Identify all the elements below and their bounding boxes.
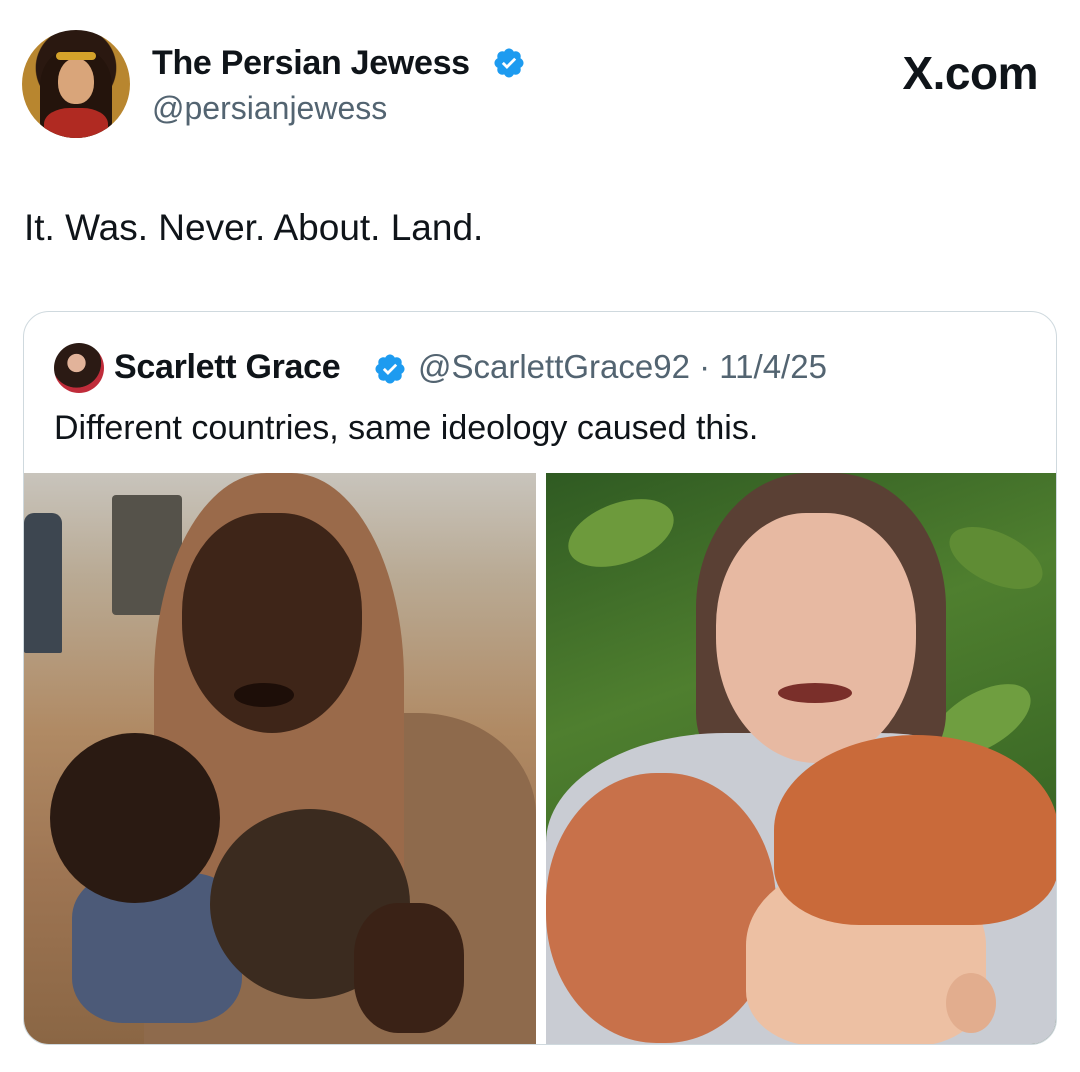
photo-woman-hand <box>354 903 464 1033</box>
photo-woman-face <box>716 513 916 763</box>
photo-leaf <box>559 485 683 581</box>
author-avatar[interactable] <box>22 30 130 138</box>
quoted-photo-right[interactable] <box>546 473 1056 1044</box>
quoted-author-avatar[interactable] <box>54 343 104 393</box>
quoted-tweet-text: Different countries, same ideology cause… <box>54 409 759 447</box>
quoted-handle-and-date[interactable]: @ScarlettGrace92 · 11/4/25 <box>418 348 827 386</box>
author-handle[interactable]: @persianjewess <box>152 90 387 127</box>
photo-divider <box>536 473 546 1044</box>
quoted-author-name[interactable]: Scarlett Grace <box>114 348 341 387</box>
quoted-verified-badge-icon <box>375 354 405 384</box>
quoted-tweet-card[interactable]: Scarlett Grace @ScarlettGrace92 · 11/4/2… <box>23 311 1057 1045</box>
photo-child-head-left <box>546 773 776 1043</box>
author-name[interactable]: The Persian Jewess <box>152 44 470 83</box>
tweet-text: It. Was. Never. About. Land. <box>24 207 484 248</box>
photo-woman-mouth <box>778 683 852 703</box>
brand-logo: X.com <box>902 47 1038 99</box>
verified-badge-icon <box>494 48 524 78</box>
photo-child-head <box>50 733 220 903</box>
photo-child-hair <box>774 735 1056 925</box>
photo-child-ear <box>946 973 996 1033</box>
avatar-face <box>58 58 94 104</box>
photo-background-person <box>24 513 62 653</box>
avatar-tiara <box>56 52 96 60</box>
photo-woman-mouth <box>234 683 294 707</box>
photo-leaf <box>940 514 1052 602</box>
quoted-photo-left[interactable] <box>24 473 536 1044</box>
avatar-body <box>44 108 108 138</box>
